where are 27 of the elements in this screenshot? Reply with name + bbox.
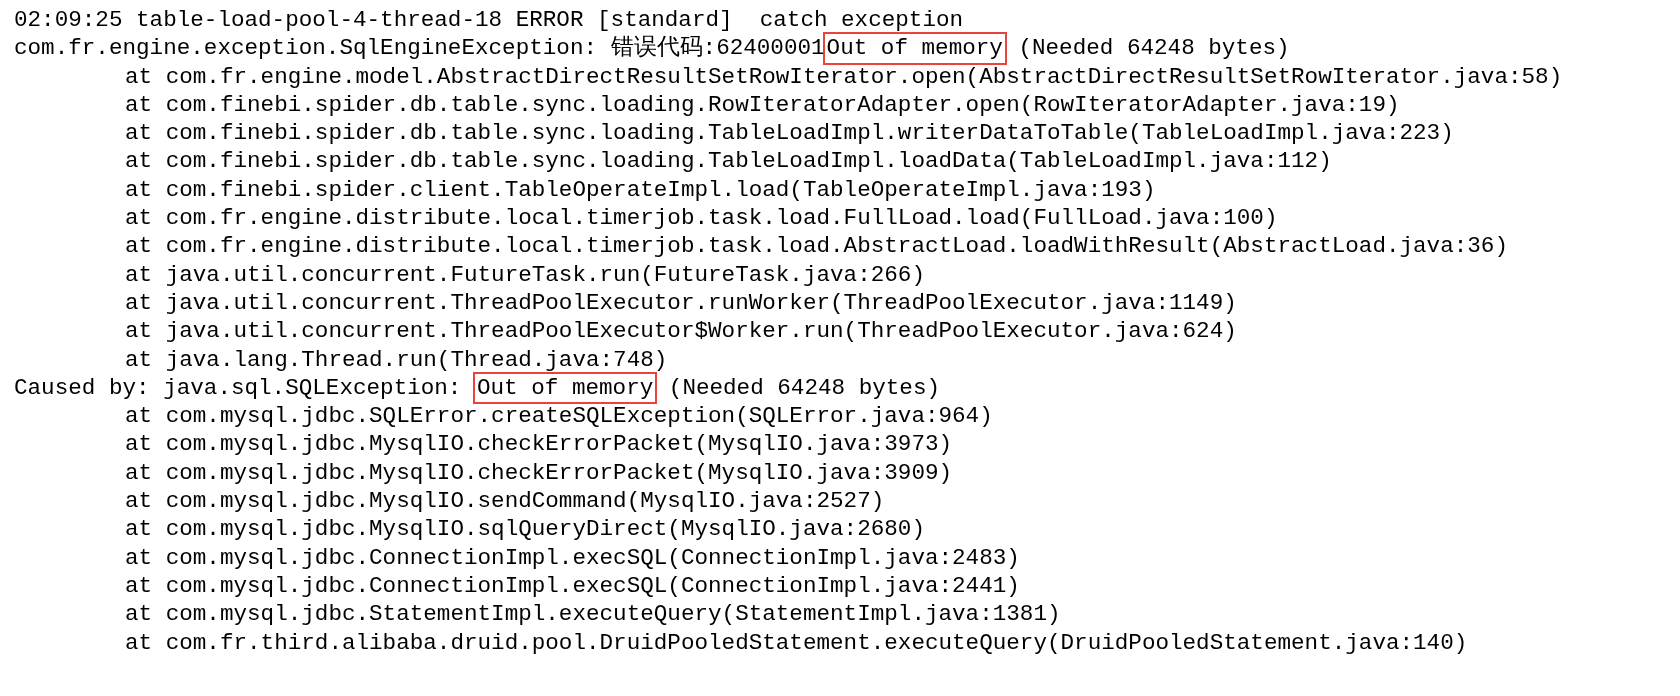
log-text: at com.mysql.jdbc.SQLError.createSQLException(SQLError.java:964): [124, 402, 993, 431]
log-text: at com.mysql.jdbc.ConnectionImpl.execSQL(ConnectionImpl.java:2483): [124, 543, 1020, 572]
log-text: at com.fr.third.alibaba.druid.pool.DruidPooledStatement.executeQuery(DruidPooledStatement.java:140): [124, 628, 1468, 657]
log-text: at com.finebi.spider.db.table.sync.loading.RowIteratorAdapter.open(RowIteratorAdapter.java:19): [124, 90, 1400, 120]
log-text: Caused by: java.sql.SQLException:: [14, 373, 463, 403]
log-text: com.fr.engine.exception.SqlEngineException: 错误代码:62400001: [14, 34, 825, 63]
highlighted-text: Out of memory: [475, 373, 656, 403]
log-text: at com.finebi.spider.client.TableOperateImpl.load(TableOperateImpl.java:193): [124, 175, 1156, 205]
log-text: (Needed 64248 bytes): [667, 373, 940, 403]
log-text: at java.lang.Thread.run(Thread.java:748): [124, 345, 668, 374]
highlighted-text: Out of memory: [824, 34, 1005, 63]
log-text: at com.mysql.jdbc.ConnectionImpl.execSQL(ConnectionImpl.java:2441): [124, 571, 1020, 601]
log-text: at com.fr.engine.distribute.local.timerjob.task.load.AbstractLoad.loadWithResult(AbstractLoad.java:36): [124, 232, 1508, 261]
log-text: at java.util.concurrent.ThreadPoolExecutor$Worker.run(ThreadPoolExecutor.java:624): [124, 317, 1237, 346]
log-text: (Needed 64248 bytes): [1017, 34, 1290, 63]
log-text: at com.fr.engine.distribute.local.timerjob.task.load.FullLoad.load(FullLoad.java:100): [124, 204, 1278, 233]
log-text: at java.util.concurrent.FutureTask.run(FutureTask.java:266): [124, 260, 925, 289]
log-text: 02:09:25 table-load-pool-4-thread-18 ERROR [standard] catch exception: [14, 6, 964, 35]
log-text: at com.finebi.spider.db.table.sync.loading.TableLoadImpl.loadData(TableLoadImpl.java:112): [124, 147, 1332, 176]
log-text: at com.mysql.jdbc.MysqlIO.sqlQueryDirect(MysqlIO.java:2680): [124, 515, 925, 544]
log-text: at com.mysql.jdbc.StatementImpl.executeQuery(StatementImpl.java:1381): [124, 600, 1061, 629]
log-text: at com.mysql.jdbc.MysqlIO.checkErrorPacket(MysqlIO.java:3909): [124, 458, 953, 488]
log-text: at com.finebi.spider.db.table.sync.loading.TableLoadImpl.writerDataToTable(TableLoadImpl.java:223): [124, 119, 1454, 148]
log-text: at java.util.concurrent.ThreadPoolExecutor.runWorker(ThreadPoolExecutor.java:1149): [124, 288, 1237, 318]
log-text: at com.mysql.jdbc.MysqlIO.checkErrorPacket(MysqlIO.java:3973): [124, 430, 953, 459]
log-text: at com.fr.engine.model.AbstractDirectResultSetRowIterator.open(AbstractDirectResultSetRowIterator.java:58): [124, 62, 1563, 91]
log-text: at com.mysql.jdbc.MysqlIO.sendCommand(MysqlIO.java:2527): [124, 487, 885, 516]
